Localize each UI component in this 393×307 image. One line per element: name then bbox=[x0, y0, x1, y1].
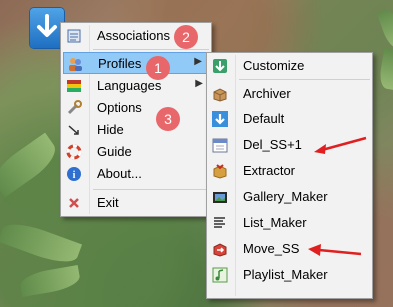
profiles-icon bbox=[67, 56, 83, 72]
submenu-arrow-icon: ▶ bbox=[194, 56, 202, 67]
menu-separator bbox=[239, 79, 370, 80]
playlist-icon bbox=[212, 267, 228, 283]
plant-leaf bbox=[377, 47, 393, 91]
languages-icon bbox=[66, 78, 82, 94]
guide-icon bbox=[66, 144, 82, 160]
download-arrow-icon bbox=[37, 14, 57, 37]
menu-item-label: Exit bbox=[97, 195, 119, 210]
menu-item-label: Profiles bbox=[98, 56, 142, 71]
plant-leaf bbox=[0, 217, 83, 269]
menu-separator bbox=[93, 49, 209, 50]
submenu-item-playlist-maker[interactable]: Playlist_Maker bbox=[209, 264, 370, 286]
plant-leaf bbox=[0, 132, 63, 198]
context-menu: Associations Profiles ▶ Languages ▶ Opti… bbox=[60, 22, 212, 217]
submenu-item-label: Gallery_Maker bbox=[243, 189, 328, 204]
submenu-arrow-icon: ▶ bbox=[195, 78, 203, 89]
submenu-item-default[interactable]: Default bbox=[209, 108, 370, 130]
menu-item-label: Languages bbox=[97, 78, 162, 93]
annotation-arrow-del-ss bbox=[314, 136, 367, 154]
submenu-item-label: Playlist_Maker bbox=[243, 267, 328, 282]
submenu-item-label: Move_SS bbox=[243, 241, 300, 256]
submenu-item-label: Default bbox=[243, 111, 285, 126]
step-badge-1: 1 bbox=[146, 56, 170, 80]
menu-item-label: Options bbox=[97, 100, 142, 115]
step-badge-3: 3 bbox=[156, 107, 180, 131]
submenu-item-list-maker[interactable]: List_Maker bbox=[209, 212, 370, 234]
options-icon bbox=[66, 100, 82, 116]
annotation-arrow-move-ss bbox=[308, 244, 362, 256]
plant-leaf bbox=[18, 264, 82, 298]
submenu-item-label: Del_SS+1 bbox=[243, 137, 302, 152]
exit-icon bbox=[66, 195, 82, 211]
menu-item-label: Hide bbox=[97, 122, 124, 137]
submenu-item-label: Customize bbox=[243, 58, 305, 73]
plant-leaf bbox=[376, 7, 393, 51]
profiles-submenu: Customize Archiver Default Del_SS+1 Extr… bbox=[206, 52, 373, 299]
associations-icon bbox=[66, 28, 82, 44]
submenu-item-label: List_Maker bbox=[243, 215, 307, 230]
step-badge-2: 2 bbox=[174, 25, 198, 49]
menu-item-languages[interactable]: Languages ▶ bbox=[63, 75, 209, 97]
svg-text:i: i bbox=[73, 170, 76, 181]
submenu-item-label: Extractor bbox=[243, 163, 296, 178]
menu-item-options[interactable]: Options bbox=[63, 97, 209, 119]
default-icon bbox=[212, 111, 228, 127]
submenu-item-gallery-maker[interactable]: Gallery_Maker bbox=[209, 186, 370, 208]
menu-item-exit[interactable]: Exit bbox=[63, 192, 209, 214]
gallery-icon bbox=[212, 189, 228, 205]
app-tray-icon[interactable] bbox=[30, 8, 64, 48]
menu-item-hide[interactable]: Hide bbox=[63, 119, 209, 141]
submenu-item-extractor[interactable]: Extractor bbox=[209, 160, 370, 182]
menu-item-about[interactable]: i About... bbox=[63, 163, 209, 185]
submenu-item-label: Archiver bbox=[243, 86, 291, 101]
about-icon: i bbox=[66, 166, 82, 182]
menu-separator bbox=[93, 189, 209, 190]
submenu-item-archiver[interactable]: Archiver bbox=[209, 83, 370, 105]
menu-item-guide[interactable]: Guide bbox=[63, 141, 209, 163]
move-icon bbox=[212, 241, 228, 257]
calendar-icon bbox=[212, 137, 228, 153]
extractor-icon bbox=[212, 163, 228, 179]
list-icon bbox=[212, 215, 228, 231]
menu-item-label: Associations bbox=[97, 28, 170, 43]
hide-icon bbox=[66, 122, 82, 138]
menu-item-label: Guide bbox=[97, 144, 132, 159]
menu-item-label: About... bbox=[97, 166, 142, 181]
archiver-icon bbox=[212, 86, 228, 102]
menu-item-profiles[interactable]: Profiles ▶ bbox=[63, 52, 209, 74]
submenu-item-customize[interactable]: Customize bbox=[209, 55, 370, 77]
customize-icon bbox=[212, 58, 228, 74]
